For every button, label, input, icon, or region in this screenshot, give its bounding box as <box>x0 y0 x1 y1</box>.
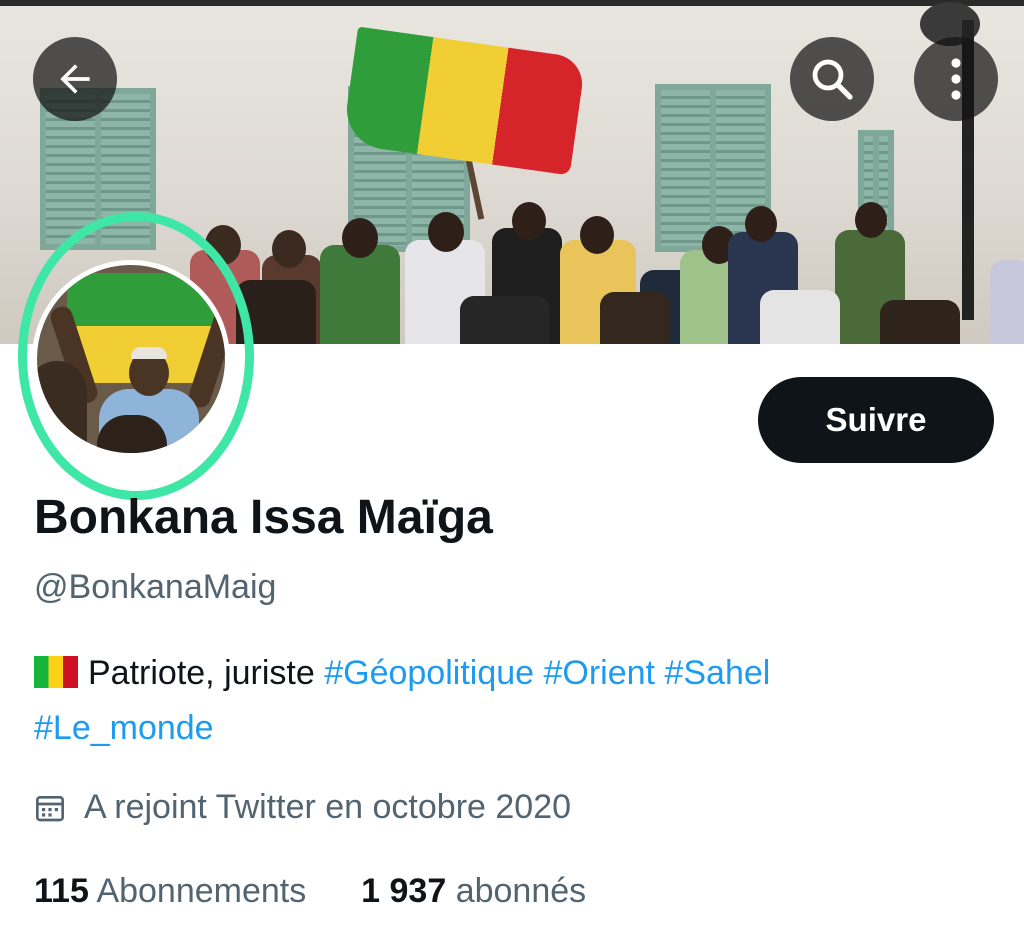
following-label: Abonnements <box>96 872 307 910</box>
hashtag-orient[interactable]: #Orient <box>544 654 656 692</box>
joined-date: A rejoint Twitter en octobre 2020 <box>34 788 571 827</box>
back-button[interactable] <box>33 37 117 121</box>
profile-stats: 115 Abonnements 1 937 abonnés <box>34 872 586 911</box>
back-arrow-icon <box>60 64 90 94</box>
following-count: 115 <box>34 872 89 910</box>
hashtag-le-monde[interactable]: #Le_monde <box>34 709 214 747</box>
more-options-button[interactable] <box>914 37 998 121</box>
mali-flag-icon <box>34 656 78 688</box>
profile-name: Bonkana Issa Maïga <box>34 491 493 544</box>
search-button[interactable] <box>790 37 874 121</box>
hashtag-geopolitique[interactable]: #Géopolitique <box>324 654 534 692</box>
followers-link[interactable]: 1 937 abonnés <box>361 872 586 910</box>
profile-bio: Patriote, juriste #Géopolitique #Orient … <box>34 646 994 756</box>
followers-count: 1 937 <box>361 872 447 910</box>
follow-button[interactable]: Suivre <box>758 377 994 463</box>
avatar-highlight-ring <box>18 212 254 500</box>
banner-top-edge <box>0 0 1024 6</box>
profile-handle: @BonkanaMaig <box>34 568 277 606</box>
more-vertical-icon <box>951 58 961 100</box>
followers-label: abonnés <box>455 872 587 910</box>
hashtag-sahel[interactable]: #Sahel <box>664 654 770 692</box>
search-icon <box>812 59 853 100</box>
following-link[interactable]: 115 Abonnements <box>34 872 316 910</box>
calendar-icon <box>36 795 64 821</box>
bio-text: Patriote, juriste <box>88 654 315 692</box>
joined-text: A rejoint Twitter en octobre 2020 <box>84 788 572 826</box>
